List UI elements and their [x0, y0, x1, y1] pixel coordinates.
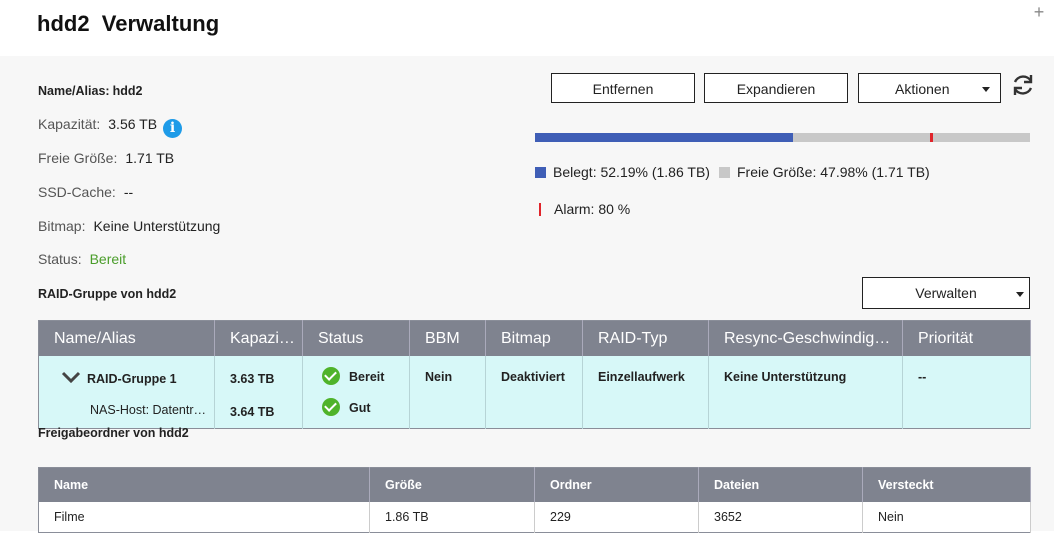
raid-table: Name/Alias Kapazi… Status BBM Bitmap RAI…: [38, 320, 1031, 429]
name-value: hdd2: [112, 84, 143, 98]
col-header-bbm[interactable]: BBM: [409, 320, 486, 356]
raid-group-name-line[interactable]: RAID-Gruppe 1: [61, 364, 214, 395]
free-text: Freie Größe: 47.98% (1.71 TB): [737, 164, 930, 180]
actions-label: Aktionen: [895, 81, 950, 97]
col-header-name[interactable]: Name/Alias: [38, 320, 215, 356]
raid-resync-cell: Keine Unterstützung: [708, 356, 903, 429]
free-swatch: [719, 167, 730, 178]
raid-group-type: Einzellaufwerk: [598, 370, 685, 384]
raid-name-cell: RAID-Gruppe 1 NAS-Host: Datentr…: [38, 356, 215, 429]
usage-alarm-marker: [929, 133, 933, 142]
disk-name-line: NAS-Host: Datentr…: [61, 395, 214, 426]
disk-status-line: Gut: [322, 393, 409, 424]
used-swatch: [535, 167, 546, 178]
usage-used-fill: [535, 133, 794, 142]
raid-bitmap-cell: Deaktiviert: [485, 356, 583, 429]
col-header-share-size[interactable]: Größe: [369, 467, 535, 502]
plus-icon[interactable]: +: [1032, 2, 1046, 22]
col-header-resync[interactable]: Resync-Geschwindig…: [708, 320, 903, 356]
col-header-share-folders[interactable]: Ordner: [534, 467, 699, 502]
disk-status: Gut: [349, 401, 371, 415]
manage-label: Verwalten: [915, 285, 977, 301]
used-text: Belegt: 52.19% (1.86 TB): [553, 164, 710, 180]
share-size: 1.86 TB: [369, 502, 535, 533]
free-size-value: 1.71 TB: [125, 150, 175, 166]
info-icon[interactable]: i: [163, 119, 183, 138]
raid-status-cell: Bereit Gut: [302, 356, 410, 429]
window-title: hdd2 Verwaltung: [37, 11, 220, 36]
share-section-title: Freigabeordner von hdd2: [38, 426, 189, 440]
bitmap-row: Bitmap: Keine Unterstützung: [38, 218, 220, 234]
raid-group-priority: --: [918, 370, 927, 384]
capacity-label: Kapazität:: [38, 116, 101, 132]
col-header-status[interactable]: Status: [302, 320, 410, 356]
raid-type-cell: Einzellaufwerk: [582, 356, 709, 429]
legend-free: Freie Größe: 47.98% (1.71 TB): [719, 164, 930, 180]
chevron-down-icon: [1016, 292, 1024, 297]
alarm-text: Alarm: 80 %: [554, 201, 631, 217]
expand-button[interactable]: Expandieren: [704, 73, 848, 103]
raid-group-bitmap: Deaktiviert: [501, 370, 565, 384]
share-hidden: Nein: [862, 502, 1031, 533]
window-header: hdd2 Verwaltung +: [0, 0, 1054, 57]
alarm-swatch: [539, 203, 541, 216]
raid-group-status-line: Bereit: [322, 362, 409, 393]
ssd-cache-label: SSD-Cache:: [38, 184, 116, 200]
name-row: Name/Alias: hdd2: [38, 82, 142, 98]
raid-group-resync: Keine Unterstützung: [724, 370, 847, 384]
share-name: Filme: [38, 502, 370, 533]
legend-alarm: Alarm: 80 %: [539, 201, 630, 217]
col-header-share-name[interactable]: Name: [38, 467, 370, 502]
raid-group-name: RAID-Gruppe 1: [87, 372, 177, 386]
capacity-value: 3.56 TB: [108, 116, 158, 132]
check-circle-icon: [322, 367, 340, 385]
free-size-label: Freie Größe:: [38, 150, 118, 166]
share-table: Name Größe Ordner Dateien Versteckt Film…: [38, 467, 1031, 533]
usage-bar: [535, 133, 1030, 142]
manage-dropdown[interactable]: Verwalten: [862, 277, 1030, 309]
table-row[interactable]: Filme 1.86 TB 229 3652 Nein: [38, 502, 1031, 533]
share-files: 3652: [698, 502, 863, 533]
share-table-header: Name Größe Ordner Dateien Versteckt: [38, 467, 1031, 502]
col-header-capacity[interactable]: Kapazi…: [214, 320, 303, 356]
raid-group-bbm: Nein: [425, 370, 453, 384]
ssd-cache-value: --: [123, 184, 134, 200]
chevron-down-icon: [982, 87, 990, 92]
actions-dropdown[interactable]: Aktionen: [858, 73, 1001, 103]
refresh-icon[interactable]: [1010, 72, 1036, 98]
bitmap-value: Keine Unterstützung: [93, 218, 221, 234]
raid-capacity-cell: 3.63 TB 3.64 TB: [214, 356, 303, 429]
raid-section-title: RAID-Gruppe von hdd2: [38, 287, 177, 301]
check-circle-icon: [322, 398, 340, 416]
disk-capacity: 3.64 TB: [230, 405, 275, 419]
name-label: Name/Alias:: [38, 84, 110, 98]
remove-button[interactable]: Entfernen: [551, 73, 695, 103]
raid-priority-cell: --: [902, 356, 1031, 429]
table-row[interactable]: RAID-Gruppe 1 NAS-Host: Datentr… 3.63 TB…: [38, 356, 1031, 429]
status-row: Status: Bereit: [38, 251, 126, 267]
status-label: Status:: [38, 251, 82, 267]
col-header-bitmap[interactable]: Bitmap: [485, 320, 583, 356]
col-header-raid-type[interactable]: RAID-Typ: [582, 320, 709, 356]
capacity-row: Kapazität: 3.56 TB i: [38, 116, 183, 138]
ssd-cache-row: SSD-Cache: --: [38, 184, 133, 200]
free-size-row: Freie Größe: 1.71 TB: [38, 150, 174, 166]
raid-group-status: Bereit: [349, 370, 385, 384]
col-header-share-files[interactable]: Dateien: [698, 467, 863, 502]
bitmap-label: Bitmap:: [38, 218, 86, 234]
col-header-priority[interactable]: Priorität: [902, 320, 1031, 356]
chevron-down-icon[interactable]: [61, 371, 81, 383]
legend-used: Belegt: 52.19% (1.86 TB): [535, 164, 710, 180]
status-value: Bereit: [89, 251, 127, 267]
raid-bbm-cell: Nein: [409, 356, 486, 429]
share-folders: 229: [534, 502, 699, 533]
disk-name: NAS-Host: Datentr…: [90, 403, 207, 417]
col-header-share-hidden[interactable]: Versteckt: [862, 467, 1031, 502]
raid-table-header: Name/Alias Kapazi… Status BBM Bitmap RAI…: [38, 320, 1031, 356]
raid-group-capacity: 3.63 TB: [230, 372, 275, 386]
